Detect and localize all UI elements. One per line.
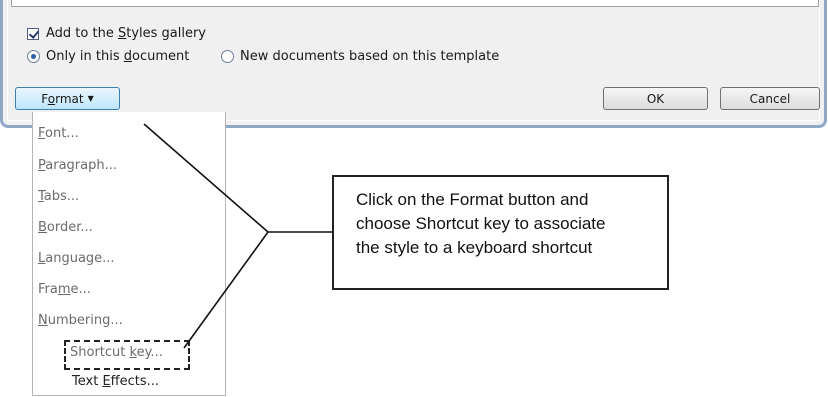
callout-box: Click on the Format button and choose Sh… [332, 175, 669, 290]
callout-line-2: choose Shortcut key to associate [356, 214, 606, 233]
callout-line-1: Click on the Format button and [356, 190, 589, 209]
line-to-format-button [143, 123, 269, 233]
callout-line-3: the style to a keyboard shortcut [356, 238, 593, 257]
line-to-shortcut-key [183, 231, 269, 349]
